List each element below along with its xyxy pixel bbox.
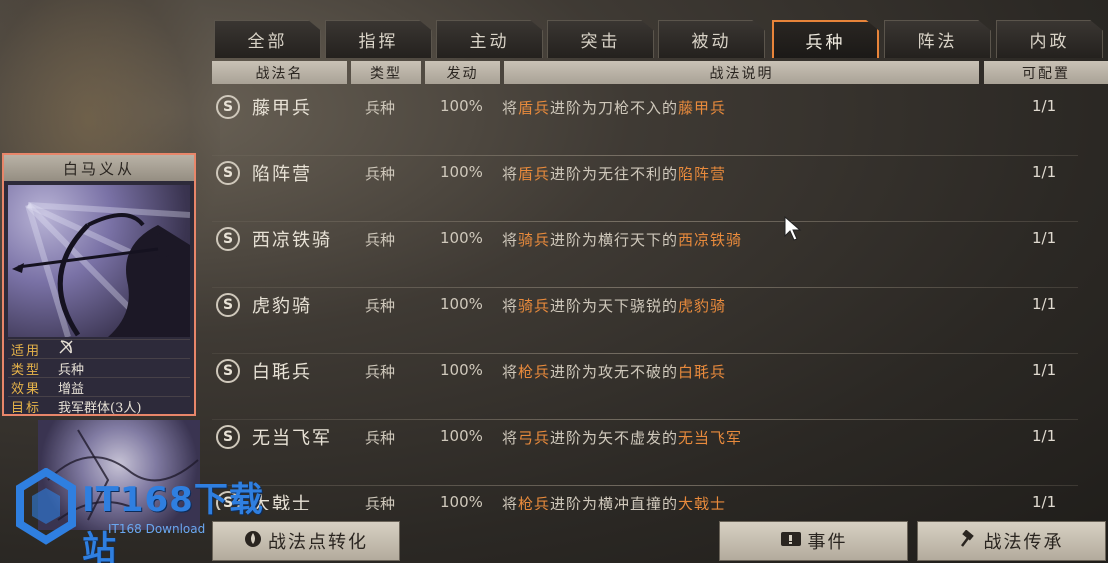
- tactic-slots: 1/1: [1032, 97, 1057, 115]
- droplet-icon: [244, 530, 262, 553]
- tactic-type: 兵种: [365, 363, 396, 381]
- crossed-bow-icon: [52, 339, 74, 359]
- tactic-description: 将骑兵进阶为横行天下的西凉铁骑: [502, 231, 743, 249]
- info-key: 类型: [11, 362, 42, 378]
- inherit-tactic-label: 战法传承: [983, 532, 1064, 553]
- info-value: 我军群体(3人): [58, 400, 142, 416]
- tactic-description: 将枪兵进阶为横冲直撞的大戟士: [502, 495, 727, 510]
- archer-illustration: [12, 202, 190, 337]
- inherit-tactic-button[interactable]: 战法传承: [917, 521, 1106, 561]
- tab-internal-affairs[interactable]: 内政: [996, 20, 1103, 58]
- alert-book-icon: [780, 530, 802, 553]
- tactic-name: 陷阵营: [252, 164, 312, 185]
- tactic-slots: 1/1: [1032, 427, 1057, 445]
- tactic-slots: 1/1: [1032, 295, 1057, 313]
- tactic-type: 兵种: [365, 165, 396, 183]
- grade-badge: S: [216, 359, 240, 383]
- tactic-rate: 100%: [440, 427, 483, 445]
- info-key: 目标: [11, 400, 42, 416]
- mouse-cursor-icon: [784, 216, 802, 241]
- tactic-slots: 1/1: [1032, 493, 1057, 510]
- tab-command[interactable]: 指挥: [325, 20, 432, 58]
- table-row[interactable]: S 大戟士 兵种 100% 将枪兵进阶为横冲直撞的大戟士 1/1: [212, 486, 1068, 510]
- card-artwork: [8, 185, 190, 337]
- grade-badge: S: [216, 425, 240, 449]
- tactic-type: 兵种: [365, 429, 396, 447]
- tactic-type: 兵种: [365, 495, 396, 510]
- tactic-slots: 1/1: [1032, 229, 1057, 247]
- info-key: 适用: [11, 343, 42, 359]
- tactic-name: 无当飞军: [252, 428, 332, 449]
- tactic-name: 白毦兵: [252, 362, 312, 383]
- category-tabs: 全部 指挥 主动 突击 被动 兵种 阵法 内政: [214, 18, 1108, 58]
- tactic-rate: 100%: [440, 295, 483, 313]
- tactic-name: 西凉铁骑: [252, 230, 332, 251]
- tactic-type: 兵种: [365, 297, 396, 315]
- convert-points-label: 战法点转化: [268, 532, 368, 553]
- grade-badge: S: [216, 161, 240, 185]
- card-title: 白马义从: [4, 155, 194, 181]
- card-info: 适用 类型 兵种 效果 增益 目标 我军群体(3人): [8, 339, 190, 416]
- hammer-icon: [960, 528, 978, 553]
- tactic-rate: 100%: [440, 229, 483, 247]
- tactic-type: 兵种: [365, 99, 396, 117]
- table-row[interactable]: S 西凉铁骑 兵种 100% 将骑兵进阶为横行天下的西凉铁骑 1/1: [212, 222, 1078, 288]
- convert-points-button[interactable]: 战法点转化: [212, 521, 400, 561]
- tab-all[interactable]: 全部: [214, 20, 321, 58]
- grade-badge: S: [216, 227, 240, 251]
- table-row[interactable]: S 白毦兵 兵种 100% 将枪兵进阶为攻无不破的白毦兵 1/1: [212, 354, 1078, 420]
- tactics-list[interactable]: S 藤甲兵 兵种 100% 将盾兵进阶为刀枪不入的藤甲兵 1/1 S 陷阵营 兵…: [212, 86, 1108, 510]
- tactic-rate: 100%: [440, 163, 483, 181]
- grade-badge: S: [216, 95, 240, 119]
- info-value: 兵种: [58, 362, 85, 378]
- tactic-name: 虎豹骑: [252, 296, 312, 317]
- info-value: 增益: [58, 381, 85, 397]
- info-row-type: 类型 兵种: [8, 358, 190, 378]
- tactic-slots: 1/1: [1032, 361, 1057, 379]
- watermark-subtext: IT168 Download: [108, 522, 206, 536]
- info-key: 效果: [11, 381, 42, 397]
- tactic-description: 将盾兵进阶为无往不利的陷阵营: [502, 165, 727, 183]
- tactic-card[interactable]: 白马义从 适用 类型 兵种 效果 增益 目标 我军群体(3人): [2, 153, 196, 416]
- column-header-desc: 战法说明: [504, 61, 979, 84]
- info-row-effect: 效果 增益: [8, 377, 190, 397]
- info-row-applicable: 适用: [8, 339, 190, 359]
- tactic-description: 将弓兵进阶为矢不虚发的无当飞军: [502, 429, 743, 447]
- tab-active[interactable]: 主动: [436, 20, 543, 58]
- tab-assault[interactable]: 突击: [547, 20, 654, 58]
- tactic-description: 将盾兵进阶为刀枪不入的藤甲兵: [502, 99, 727, 117]
- column-header-name[interactable]: 战法名: [212, 61, 347, 84]
- tab-formation[interactable]: 阵法: [884, 20, 991, 58]
- tactic-name: 藤甲兵: [252, 98, 312, 119]
- tab-passive[interactable]: 被动: [658, 20, 765, 58]
- events-button[interactable]: 事件: [719, 521, 908, 561]
- watermark-emblem-icon: [16, 468, 76, 545]
- table-header: 战法名 类型 发动 战法说明 可配置: [212, 61, 1108, 84]
- table-row[interactable]: S 无当飞军 兵种 100% 将弓兵进阶为矢不虚发的无当飞军 1/1: [212, 420, 1078, 486]
- events-label: 事件: [807, 532, 848, 553]
- tactic-description: 将枪兵进阶为攻无不破的白毦兵: [502, 363, 727, 381]
- table-row[interactable]: S 虎豹骑 兵种 100% 将骑兵进阶为天下骁锐的虎豹骑 1/1: [212, 288, 1078, 354]
- tab-troop-type[interactable]: 兵种: [772, 20, 879, 58]
- tactic-rate: 100%: [440, 97, 483, 115]
- column-header-slots[interactable]: 可配置: [984, 61, 1108, 84]
- grade-badge: S: [216, 293, 240, 317]
- table-row[interactable]: S 陷阵营 兵种 100% 将盾兵进阶为无往不利的陷阵营 1/1: [212, 156, 1078, 222]
- tactic-rate: 100%: [440, 361, 483, 379]
- column-header-type[interactable]: 类型: [351, 61, 421, 84]
- tactic-description: 将骑兵进阶为天下骁锐的虎豹骑: [502, 297, 727, 315]
- tactic-type: 兵种: [365, 231, 396, 249]
- info-row-target: 目标 我军群体(3人): [8, 396, 190, 416]
- tactic-slots: 1/1: [1032, 163, 1057, 181]
- table-row[interactable]: S 藤甲兵 兵种 100% 将盾兵进阶为刀枪不入的藤甲兵 1/1: [212, 90, 1078, 156]
- column-header-rate[interactable]: 发动: [425, 61, 500, 84]
- tactic-rate: 100%: [440, 493, 483, 510]
